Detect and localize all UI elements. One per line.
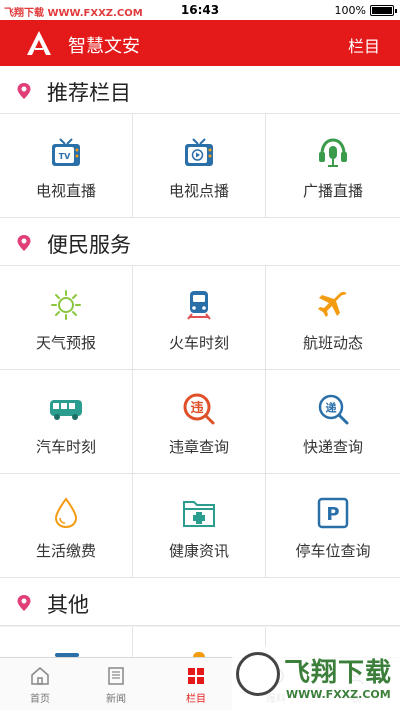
svg-text:递: 递 [326,401,337,415]
grid-row: 生活缴费 健康资讯 P 停车位查询 [0,474,400,578]
grid-item-label: 快递查询 [302,438,363,456]
battery-fill [372,7,392,14]
svg-text:违: 违 [190,400,203,416]
grid-item-violation[interactable]: 违 违章查询 [133,370,266,474]
battery-percent: 100% [334,4,366,17]
section-header-other: 其他 [0,578,400,626]
grid-item-radio-live[interactable]: 广播直播 [266,114,400,218]
weather-icon [51,290,81,320]
section-title: 其他 [47,593,89,617]
tab-label: 栏目 [186,694,206,705]
bus-icon [50,400,82,420]
tab-home[interactable]: 首页 [0,658,80,710]
grid-row: TV 电视直播 电视点播 广播直播 [0,114,400,218]
news-icon [108,667,124,685]
grid-item-health[interactable]: 健康资讯 [133,474,266,578]
grid-row: 天气预报 火车时刻 航班动态 [0,266,400,370]
section-title: 推荐栏目 [47,81,131,105]
health-icon [183,501,215,527]
tv-vod-icon [185,138,213,166]
location-pin-icon [17,83,31,99]
grid-item-partial[interactable] [0,627,133,657]
train-icon [187,291,211,320]
battery-icon [370,5,397,16]
radio-live-icon [319,138,347,167]
grid-item-label: 健康资讯 [168,542,229,560]
section-header-services: 便民服务 [0,218,400,266]
tab-label: 首页 [30,694,50,705]
grid-item-express[interactable]: 递 快递查询 [266,370,400,474]
app-title: 智慧文安 [68,36,140,57]
tv-live-icon: TV [52,138,80,166]
section-header-recommended: 推荐栏目 [0,66,400,114]
watermark-badge: 飞翔下载 WWW.FXXZ.COM [232,646,400,710]
grid-item-utility-payment[interactable]: 生活缴费 [0,474,133,578]
violation-icon: 违 [183,393,215,425]
app-header: 智慧文安 栏目 [0,20,400,66]
grid-item-parking[interactable]: P 停车位查询 [266,474,400,578]
grid-item-label: 停车位查询 [295,542,371,560]
grid-item-label: 航班动态 [302,334,363,352]
utility-payment-icon [54,497,78,529]
grid-item-label: 火车时刻 [168,334,229,352]
grid-item-train[interactable]: 火车时刻 [133,266,266,370]
grid-icon [188,668,204,684]
watermark-logo-icon [236,652,280,696]
watermark-url: WWW.FXXZ.COM [286,688,391,701]
grid-item-label: 天气预报 [35,334,96,352]
home-icon [31,667,49,685]
svg-text:P: P [326,504,339,525]
grid-item-tv-vod[interactable]: 电视点播 [133,114,266,218]
express-icon: 递 [318,394,349,425]
header-menu-button[interactable]: 栏目 [348,33,380,57]
parking-icon: P [317,497,349,529]
grid-item-label: 广播直播 [302,182,363,200]
grid-row: 汽车时刻 违 违章查询 递 快递查询 [0,370,400,474]
grid-item-label: 电视直播 [35,182,96,200]
watermark-text: 飞翔下载 [284,658,393,688]
tab-label: 新闻 [106,694,126,705]
grid-item-weather[interactable]: 天气预报 [0,266,133,370]
location-pin-icon [17,235,31,251]
tab-news[interactable]: 新闻 [76,658,156,710]
grid-item-bus[interactable]: 汽车时刻 [0,370,133,474]
grid-item-flight[interactable]: 航班动态 [266,266,400,370]
tab-columns[interactable]: 栏目 [156,658,236,710]
app-logo-icon [27,31,51,55]
svg-text:TV: TV [59,152,71,161]
section-title: 便民服务 [47,233,131,257]
grid-item-label: 电视点播 [168,182,229,200]
flight-icon [318,291,347,317]
grid-item-label: 违章查询 [168,438,229,456]
location-pin-icon [17,595,31,611]
status-bar: 飞翔下载 WWW.FXXZ.COM 16:43 100% [0,0,400,20]
grid-item-label: 汽车时刻 [35,438,96,456]
grid-item-tv-live[interactable]: TV 电视直播 [0,114,133,218]
grid-item-label: 生活缴费 [35,542,96,560]
